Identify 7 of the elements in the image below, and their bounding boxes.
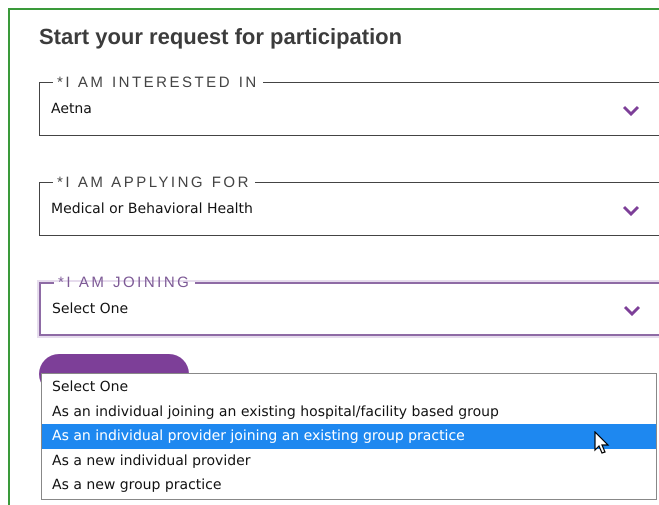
field-label: *I AM INTERESTED IN (56, 74, 260, 91)
form-title: Start your request for participation (39, 24, 404, 50)
field-value: Select One (52, 300, 128, 316)
field-value: Aetna (51, 101, 92, 117)
field-label: *I AM JOINING (57, 274, 192, 291)
field-label: *I AM APPLYING FOR (56, 174, 252, 191)
field-value: Medical or Behavioral Health (51, 201, 253, 217)
